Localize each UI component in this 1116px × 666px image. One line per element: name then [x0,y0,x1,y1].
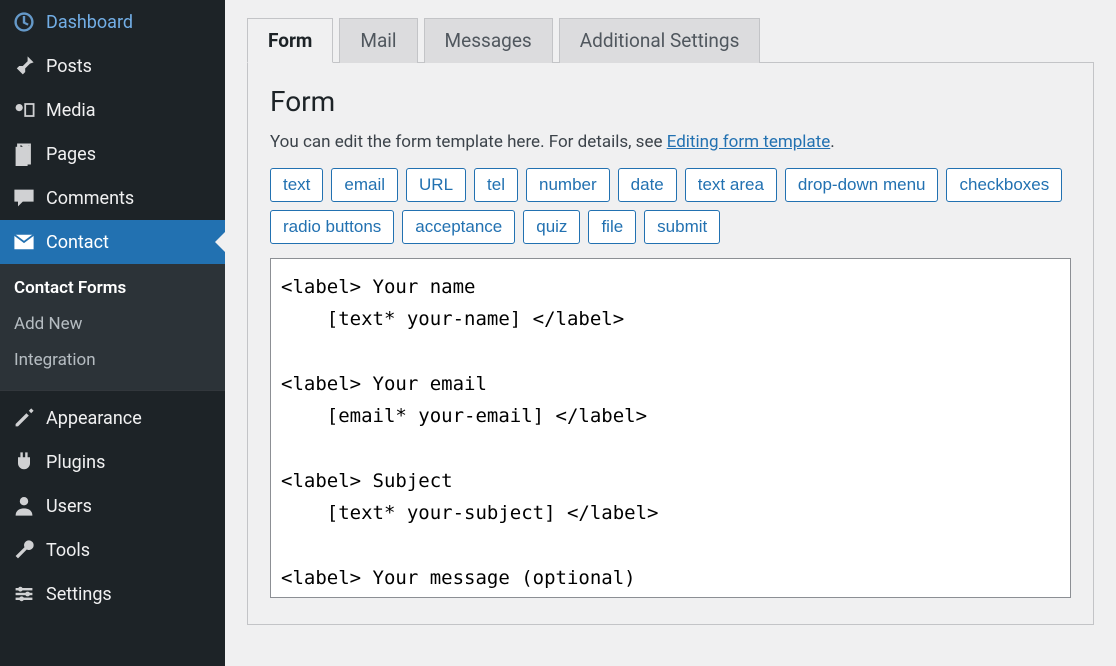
settings-icon [12,582,36,606]
sidebar-item-label: Plugins [46,452,105,473]
panel-description: You can edit the form template here. For… [270,132,1071,152]
tag-drop-down-menu[interactable]: drop-down menu [785,168,939,202]
sidebar-item-label: Users [46,496,92,517]
sidebar-item-label: Dashboard [46,12,133,33]
tab-form[interactable]: Form [247,18,333,63]
tag-number[interactable]: number [526,168,610,202]
tag-submit[interactable]: submit [644,210,720,244]
tools-icon [12,538,36,562]
tag-date[interactable]: date [618,168,677,202]
media-icon [12,98,36,122]
submenu-item-integration[interactable]: Integration [0,342,225,378]
editor-tabs: Form Mail Messages Additional Settings [247,18,1094,63]
admin-sidebar: Dashboard Posts Media Pages Comments Con… [0,0,225,666]
dashboard-icon [12,10,36,34]
sidebar-item-settings[interactable]: Settings [0,572,225,616]
comments-icon [12,186,36,210]
tag-quiz[interactable]: quiz [523,210,580,244]
tag-tel[interactable]: tel [474,168,518,202]
tag-file[interactable]: file [588,210,636,244]
tag-acceptance[interactable]: acceptance [402,210,515,244]
sidebar-item-plugins[interactable]: Plugins [0,440,225,484]
pin-icon [12,54,36,78]
sidebar-item-dashboard[interactable]: Dashboard [0,0,225,44]
tab-messages[interactable]: Messages [424,18,553,63]
appearance-icon [12,406,36,430]
users-icon [12,494,36,518]
sidebar-submenu: Contact Forms Add New Integration [0,264,225,390]
form-panel: Form You can edit the form template here… [247,62,1094,625]
sidebar-item-label: Tools [46,540,90,561]
desc-tail: . [830,132,834,152]
sidebar-item-pages[interactable]: Pages [0,132,225,176]
form-tag-buttons: text email URL tel number date text area… [270,168,1071,244]
sidebar-item-label: Comments [46,188,134,209]
sidebar-item-media[interactable]: Media [0,88,225,132]
panel-heading: Form [270,85,1071,118]
submenu-item-contact-forms[interactable]: Contact Forms [0,270,225,306]
tag-radio-buttons[interactable]: radio buttons [270,210,394,244]
sidebar-item-comments[interactable]: Comments [0,176,225,220]
sidebar-item-users[interactable]: Users [0,484,225,528]
tag-checkboxes[interactable]: checkboxes [946,168,1062,202]
pages-icon [12,142,36,166]
tab-mail[interactable]: Mail [339,18,417,63]
contact-icon [12,230,36,254]
sidebar-item-label: Contact [46,232,109,253]
editing-template-link[interactable]: Editing form template [667,132,831,152]
sidebar-item-label: Settings [46,584,112,605]
main-content: Form Mail Messages Additional Settings F… [225,0,1116,666]
sidebar-item-label: Pages [46,144,96,165]
tab-additional-settings[interactable]: Additional Settings [559,18,761,63]
tag-text[interactable]: text [270,168,323,202]
plugins-icon [12,450,36,474]
desc-text: You can edit the form template here. For… [270,132,667,152]
tag-url[interactable]: URL [406,168,466,202]
submenu-item-add-new[interactable]: Add New [0,306,225,342]
sidebar-item-posts[interactable]: Posts [0,44,225,88]
sidebar-item-label: Posts [46,56,92,77]
sidebar-item-label: Media [46,100,96,121]
tag-text-area[interactable]: text area [685,168,777,202]
sidebar-item-contact[interactable]: Contact [0,220,225,264]
tag-email[interactable]: email [331,168,398,202]
form-template-textarea[interactable] [270,258,1071,598]
sidebar-item-appearance[interactable]: Appearance [0,396,225,440]
sidebar-item-label: Appearance [46,408,142,429]
sidebar-item-tools[interactable]: Tools [0,528,225,572]
